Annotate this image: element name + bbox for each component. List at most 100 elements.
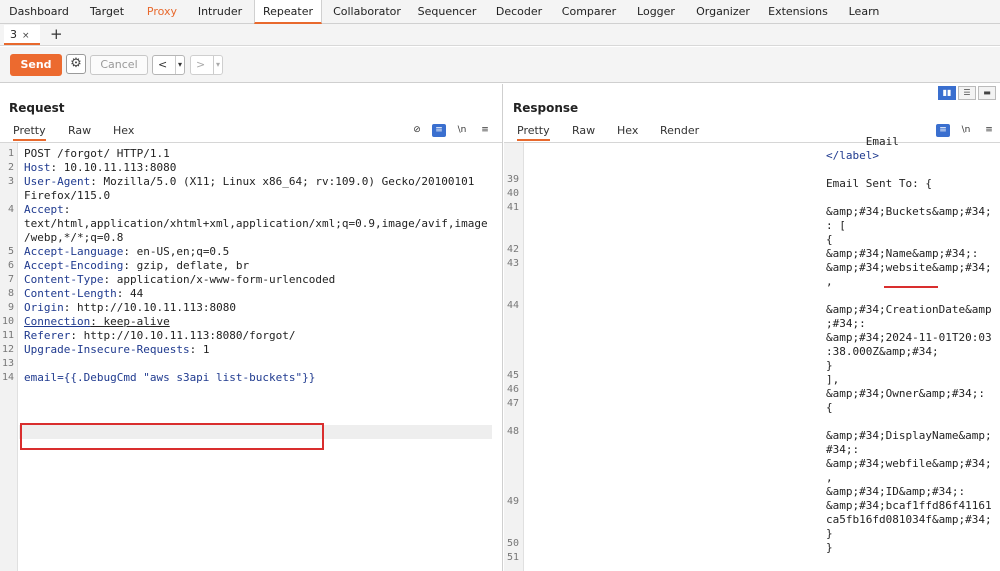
response-line: : [ — [826, 219, 846, 232]
line-number: 3 — [7, 176, 14, 187]
split-horizontal-icon[interactable]: ☰ — [958, 86, 976, 100]
header-value: text/html,application/xhtml+xml,applicat… — [24, 217, 488, 230]
cancel-button[interactable]: Cancel — [90, 55, 148, 75]
header-name: Accept-Language — [24, 245, 124, 258]
response-line: , — [826, 275, 833, 288]
header-name: Content-Type — [24, 273, 104, 286]
line-text: Content-Length: 44 — [24, 287, 143, 301]
tab-comparer[interactable]: Comparer — [558, 0, 620, 24]
tab-hex[interactable]: Hex — [113, 124, 134, 137]
add-tab-icon[interactable]: + — [50, 25, 63, 43]
tab-repeater[interactable]: Repeater — [254, 0, 322, 24]
menu-icon[interactable]: ≡ — [478, 124, 492, 137]
line-text: Origin: http://10.10.11.113:8080 — [24, 301, 236, 315]
single-pane-icon[interactable]: ▬ — [978, 86, 996, 100]
tab-raw[interactable]: Raw — [68, 124, 91, 137]
response-line: #34;: — [826, 443, 860, 456]
response-line: </label> — [826, 149, 879, 162]
response-line: ], — [826, 373, 840, 386]
response-line: } — [826, 527, 833, 540]
tab-render[interactable]: Render — [660, 124, 699, 137]
response-line: &amp;#34;2024-11-01T20:03 — [826, 331, 992, 344]
tab-dashboard[interactable]: Dashboard — [4, 0, 74, 24]
line-number: 12 — [1, 344, 14, 355]
annotation-underline — [884, 286, 938, 288]
line-number: 47 — [506, 398, 519, 409]
header-name: Content-Length — [24, 287, 117, 300]
tab-pretty[interactable]: Pretty — [517, 124, 550, 141]
response-editor[interactable]: 39 40 41 42 43 44 45 46 47 48 49 50 51 Email </label>… — [504, 135, 1000, 571]
tab-organizer[interactable]: Organizer — [690, 0, 756, 24]
line-number: 8 — [7, 288, 14, 299]
line-text: Content-Type: application/x-www-form-url… — [24, 273, 335, 287]
tab-logger[interactable]: Logger — [630, 0, 682, 24]
line-number: 4 — [7, 204, 14, 215]
response-line: { — [826, 401, 833, 414]
line-number: 9 — [7, 302, 14, 313]
line-number: 50 — [506, 538, 519, 549]
repeater-tab-3[interactable]: 3 × — [4, 25, 40, 45]
response-line: &amp;#34;webfile&amp;#34; — [826, 457, 992, 470]
newline-icon[interactable]: \n — [959, 124, 973, 137]
response-line: &amp;#34;Owner&amp;#34;: — [826, 387, 985, 400]
back-button[interactable]: < ▾ — [152, 55, 185, 75]
header-value: : keep-alive — [90, 315, 170, 328]
response-line: &amp;#34;ID&amp;#34;: — [826, 485, 966, 498]
tab-proxy[interactable]: Proxy — [140, 0, 184, 24]
send-button[interactable]: Send — [10, 54, 62, 76]
chevron-down-icon[interactable]: ▾ — [174, 56, 182, 74]
newline-icon[interactable]: \n — [455, 124, 469, 137]
tab-learn[interactable]: Learn — [842, 0, 886, 24]
response-title: Response — [513, 101, 579, 115]
line-number: 42 — [506, 244, 519, 255]
tab-intruder[interactable]: Intruder — [192, 0, 248, 24]
tab-collaborator[interactable]: Collaborator — [328, 0, 406, 24]
line-number: 44 — [506, 300, 519, 311]
header-value: : 10.10.11.113:8080 — [50, 161, 177, 174]
tab-target[interactable]: Target — [80, 0, 134, 24]
forward-button[interactable]: > ▾ — [190, 55, 223, 75]
line-text: Host: 10.10.11.113:8080 — [24, 161, 176, 175]
wrap-icon[interactable]: ≡ — [432, 124, 446, 137]
eye-off-icon[interactable]: ⊘ — [410, 124, 424, 137]
line-number: 13 — [1, 358, 14, 369]
menu-icon[interactable]: ≡ — [982, 124, 996, 137]
wrap-icon[interactable]: ≡ — [936, 124, 950, 137]
response-line: &amp;#34;website&amp;#34; — [826, 261, 992, 274]
tab-sequencer[interactable]: Sequencer — [414, 0, 480, 24]
header-name: Host — [24, 161, 51, 174]
header-value: : — [63, 203, 71, 216]
line-number: 41 — [506, 202, 519, 213]
header-value: : gzip, deflate, br — [123, 259, 250, 272]
tab-hex[interactable]: Hex — [617, 124, 638, 137]
tab-raw[interactable]: Raw — [572, 124, 595, 137]
response-line: &amp;#34;Buckets&amp;#34; — [826, 205, 992, 218]
tab-extensions[interactable]: Extensions — [764, 0, 832, 24]
line-number: 10 — [1, 316, 14, 327]
response-line: , — [826, 471, 833, 484]
header-value: : en-US,en;q=0.5 — [123, 245, 230, 258]
tab-decoder[interactable]: Decoder — [490, 0, 548, 24]
header-value: Firefox/115.0 — [24, 189, 111, 202]
close-icon[interactable]: × — [22, 31, 30, 41]
header-value: : 1 — [189, 343, 210, 356]
chevron-down-icon[interactable]: ▾ — [212, 56, 220, 74]
line-number: 51 — [506, 552, 519, 563]
header-value: : http://10.10.11.113:8080 — [63, 301, 236, 314]
line-text: Connection: keep-alive — [24, 315, 170, 329]
tab-pretty[interactable]: Pretty — [13, 124, 46, 141]
response-line: { — [826, 233, 833, 246]
split-vertical-icon[interactable]: ▮▮ — [938, 86, 956, 100]
line-text: Upgrade-Insecure-Requests: 1 — [24, 343, 209, 357]
line-text: Firefox/115.0 — [24, 189, 110, 203]
request-editor[interactable]: 1 POST /forgot/ HTTP/1.1 2 Host: 10.10.11.1… — [0, 142, 502, 571]
chevron-left-icon: < — [158, 58, 168, 71]
header-name: Upgrade-Insecure-Requests — [24, 343, 190, 356]
request-pane: Request Pretty Raw Hex ⊘ ≡ \n ≡ 1 POST /f… — [0, 84, 503, 571]
header-name: User-Agent — [24, 175, 91, 188]
gear-icon[interactable]: ⚙ — [66, 54, 86, 74]
response-line: :38.000Z&amp;#34; — [826, 345, 939, 358]
line-number: 48 — [506, 426, 519, 437]
line-text: User-Agent: Mozilla/5.0 (X11; Linux x86_… — [24, 175, 474, 189]
line-number: 11 — [1, 330, 14, 341]
